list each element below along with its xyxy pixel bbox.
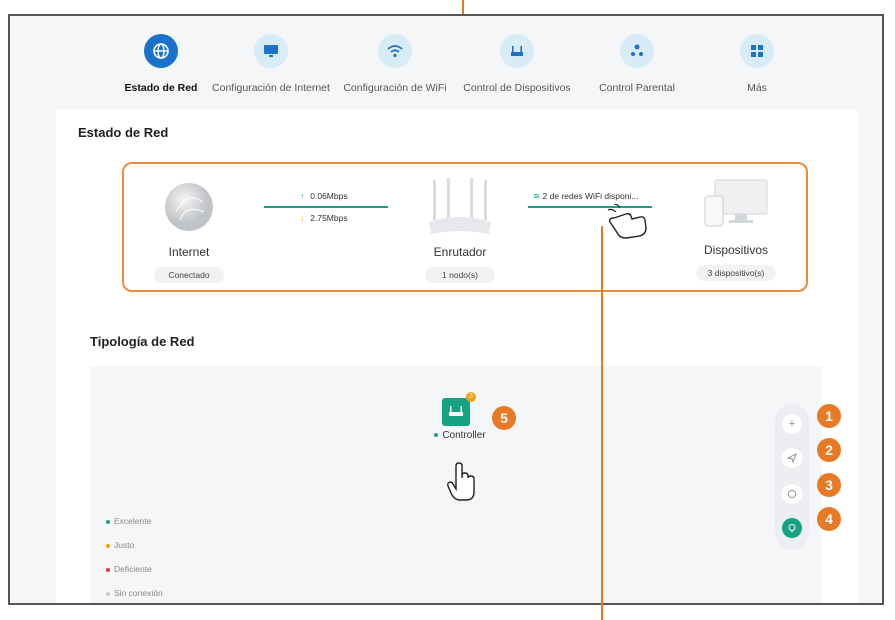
- internet-link-line: [264, 206, 388, 208]
- hand-pointer-icon: [447, 462, 475, 501]
- hand-pointer-icon: [607, 204, 647, 239]
- wifi-icon: [378, 34, 412, 68]
- internet-label: Internet: [168, 245, 210, 259]
- devices-icon: [704, 179, 768, 227]
- monitor-icon: [254, 34, 288, 68]
- callout-badge-5: 5: [492, 406, 516, 430]
- network-status-highlight: Internet Conectado ↑ 0.06Mbps ↓ 2.75Mbps E…: [122, 162, 808, 292]
- legend-item-offline: Sin conexión: [106, 588, 163, 603]
- legend-label: Justo: [114, 540, 135, 550]
- router-label: Enrutador: [433, 245, 487, 259]
- refresh-icon[interactable]: [782, 484, 802, 504]
- nav-label: Configuración de WiFi: [343, 82, 447, 94]
- add-icon[interactable]: +: [782, 414, 802, 434]
- status-dot: [106, 543, 110, 548]
- topology-toolbar: +: [775, 404, 809, 550]
- callout-badge-3: 3: [817, 473, 841, 497]
- controller-label: Controller: [420, 430, 500, 441]
- controller-device-icon[interactable]: [442, 398, 470, 426]
- legend-label: Excelente: [114, 516, 152, 526]
- download-arrow-icon: ↓: [300, 213, 305, 223]
- grid-icon: [740, 34, 774, 68]
- status-dot: [434, 433, 439, 438]
- internet-node[interactable]: Internet Conectado: [129, 182, 249, 283]
- nav-label: Control Parental: [599, 82, 675, 94]
- devices-label: Dispositivos: [703, 243, 769, 257]
- top-nav: Estado de Red Configuración de Internet …: [10, 16, 882, 112]
- nav-label: Más: [747, 82, 767, 94]
- controller-badge: 3: [466, 392, 476, 402]
- router-admin-window: Estado de Red Configuración de Internet …: [8, 14, 884, 605]
- legend-item-fair: Justo: [106, 540, 163, 564]
- status-dot: [106, 567, 110, 572]
- wifi-networks-text: 2 de redes WiFi disponi...: [542, 191, 639, 201]
- legend-label: Deficiente: [114, 564, 152, 574]
- callout-line-bottom: [601, 226, 603, 620]
- status-dot: [106, 591, 110, 596]
- devices-node[interactable]: Dispositivos 3 dispositivo(s): [676, 178, 796, 281]
- legend-item-poor: Deficiente: [106, 564, 163, 588]
- upload-rate: ↑ 0.06Mbps: [300, 191, 348, 201]
- topology-area: 3 Controller 5 Excelente Justo Deficient…: [90, 366, 841, 603]
- nav-label: Control de Dispositivos: [463, 82, 571, 94]
- devices-count-badge: 3 dispositivo(s): [695, 265, 777, 281]
- globe-icon: [165, 183, 213, 231]
- nav-label: Configuración de Internet: [212, 82, 330, 94]
- parental-icon: [620, 34, 654, 68]
- upload-value: 0.06Mbps: [310, 191, 348, 201]
- quality-legend: Excelente Justo Deficiente Sin conexión: [106, 516, 163, 603]
- wifi-networks-link[interactable]: ≋ 2 de redes WiFi disponi...: [533, 191, 638, 202]
- wifi-small-icon: ≋: [533, 191, 541, 201]
- status-dot: [106, 519, 110, 524]
- controller-name: Controller: [442, 430, 486, 441]
- section-title-topology: Tipología de Red: [90, 334, 195, 349]
- nav-item-parental-control[interactable]: Control Parental: [572, 34, 702, 94]
- globe-icon: [144, 34, 178, 68]
- nav-item-device-control[interactable]: Control de Dispositivos: [452, 34, 582, 94]
- router-node[interactable]: Enrutador 1 nodo(s): [400, 178, 520, 283]
- callout-badge-4: 4: [817, 507, 841, 531]
- nav-item-more[interactable]: Más: [692, 34, 822, 94]
- router-device-icon: [429, 178, 491, 234]
- download-value: 2.75Mbps: [310, 213, 348, 223]
- legend-label: Sin conexión: [114, 588, 163, 598]
- optimize-icon[interactable]: [782, 518, 802, 538]
- upload-arrow-icon: ↑: [300, 191, 305, 201]
- download-rate: ↓ 2.75Mbps: [300, 213, 348, 223]
- section-title-network-status: Estado de Red: [78, 125, 169, 140]
- internet-state-badge: Conectado: [154, 267, 224, 283]
- send-icon[interactable]: [782, 448, 802, 468]
- legend-item-excellent: Excelente: [106, 516, 163, 540]
- router-nodes-badge: 1 nodo(s): [425, 267, 495, 283]
- nav-item-wifi-settings[interactable]: Configuración de WiFi: [330, 34, 460, 94]
- nav-item-internet-settings[interactable]: Configuración de Internet: [206, 34, 336, 94]
- router-icon: [500, 34, 534, 68]
- callout-badge-1: 1: [817, 404, 841, 428]
- callout-badge-2: 2: [817, 438, 841, 462]
